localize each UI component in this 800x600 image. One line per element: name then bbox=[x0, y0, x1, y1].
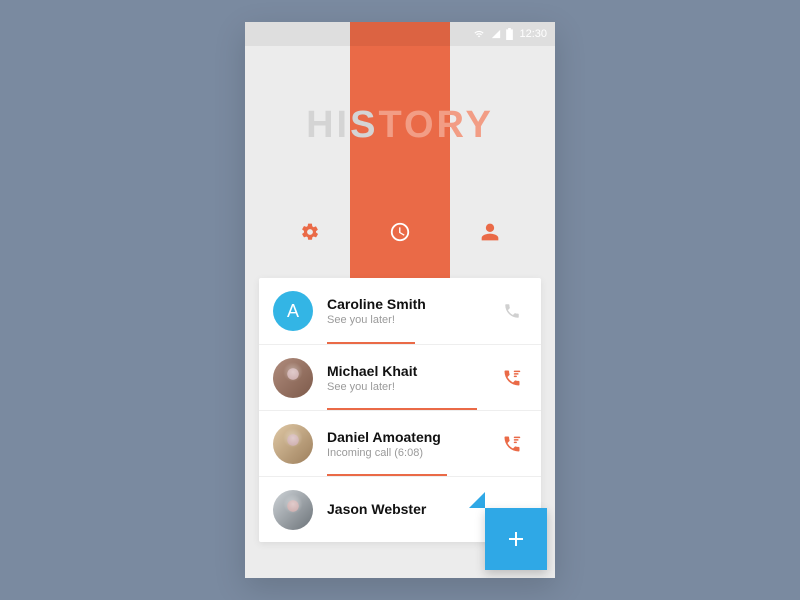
plus-icon bbox=[504, 527, 528, 551]
contact-name: Michael Khait bbox=[327, 363, 497, 379]
tab-history[interactable] bbox=[380, 212, 420, 252]
signal-icon bbox=[490, 29, 502, 39]
status-bar: 12:30 bbox=[245, 22, 555, 46]
phone-frame: 12:30 HISTORY A Caroline Smith See you l… bbox=[245, 22, 555, 578]
wifi-icon bbox=[472, 29, 486, 39]
tab-bar bbox=[245, 212, 555, 252]
tab-contacts[interactable] bbox=[470, 212, 510, 252]
avatar bbox=[273, 358, 313, 398]
tab-settings[interactable] bbox=[290, 212, 330, 252]
title-accent: TORY bbox=[378, 104, 493, 146]
call-button[interactable] bbox=[497, 368, 527, 388]
fab-fold-decoration bbox=[469, 492, 485, 508]
contact-subtitle: See you later! bbox=[327, 381, 497, 393]
title-prefix: HIS bbox=[306, 104, 378, 146]
page-title: HISTORY bbox=[245, 104, 555, 147]
call-button[interactable] bbox=[497, 302, 527, 320]
person-icon bbox=[480, 222, 500, 242]
contact-name: Caroline Smith bbox=[327, 296, 497, 312]
contact-name: Daniel Amoateng bbox=[327, 429, 497, 445]
list-item[interactable]: A Caroline Smith See you later! bbox=[259, 278, 541, 344]
header: HISTORY bbox=[245, 46, 555, 282]
contact-subtitle: See you later! bbox=[327, 314, 497, 326]
list-item[interactable]: Daniel Amoateng Incoming call (6:08) bbox=[259, 410, 541, 476]
contact-subtitle: Incoming call (6:08) bbox=[327, 447, 497, 459]
list-item[interactable]: Michael Khait See you later! bbox=[259, 344, 541, 410]
add-button[interactable] bbox=[485, 508, 547, 570]
avatar bbox=[273, 424, 313, 464]
call-history-list: A Caroline Smith See you later! Michael … bbox=[259, 278, 541, 542]
gear-icon bbox=[300, 222, 320, 242]
phone-missed-icon bbox=[502, 368, 522, 388]
row-text: Daniel Amoateng Incoming call (6:08) bbox=[327, 429, 497, 459]
call-button[interactable] bbox=[497, 434, 527, 454]
battery-icon bbox=[506, 28, 513, 40]
phone-icon bbox=[503, 302, 521, 320]
clock-icon bbox=[389, 221, 411, 243]
avatar bbox=[273, 490, 313, 530]
avatar: A bbox=[273, 291, 313, 331]
row-text: Caroline Smith See you later! bbox=[327, 296, 497, 326]
status-time: 12:30 bbox=[519, 28, 547, 40]
row-text: Michael Khait See you later! bbox=[327, 363, 497, 393]
phone-missed-icon bbox=[502, 434, 522, 454]
